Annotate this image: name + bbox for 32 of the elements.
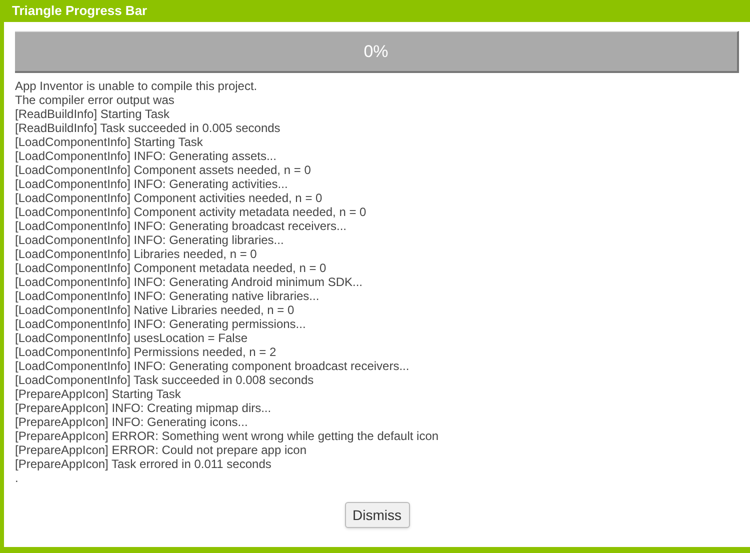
log-line: [LoadComponentInfo] Native Libraries needed, n = 0 (15, 303, 296, 317)
log-line: [ReadBuildInfo] Task succeeded in 0.005 seconds (15, 121, 282, 135)
log-line: [LoadComponentInfo] INFO: Generating activities... (15, 177, 289, 191)
log-line: [LoadComponentInfo] INFO: Generating broadcast receivers... (15, 219, 348, 233)
log-line: [LoadComponentInfo] Task succeeded in 0.008 seconds (15, 373, 315, 387)
log-line: [LoadComponentInfo] INFO: Generating libraries... (15, 233, 285, 247)
log-line: [LoadComponentInfo] Component activities needed, n = 0 (15, 191, 324, 205)
log-line: [PrepareAppIcon] ERROR: Something went wrong while getting the default icon (15, 429, 440, 443)
log-line: [LoadComponentInfo] INFO: Generating permissions... (15, 317, 307, 331)
log-line: [LoadComponentInfo] Component assets needed, n = 0 (15, 163, 312, 177)
log-line: [LoadComponentInfo] Component activity metadata needed, n = 0 (15, 205, 368, 219)
log-line: [LoadComponentInfo] INFO: Generating component broadcast receivers... (15, 359, 410, 373)
log-line: [LoadComponentInfo] Component metadata needed, n = 0 (15, 261, 328, 275)
log-line: [LoadComponentInfo] INFO: Generating Android minimum SDK... (15, 275, 364, 289)
log-line: [PrepareAppIcon] INFO: Generating icons... (15, 415, 249, 429)
log-line: [ReadBuildInfo] Starting Task (15, 107, 171, 121)
log-line: . (15, 471, 20, 485)
log-line: [PrepareAppIcon] Task errored in 0.011 seconds (15, 457, 272, 471)
log-line: [LoadComponentInfo] Permissions needed, n = 2 (15, 345, 278, 359)
progress-reading: 0% (364, 40, 388, 63)
dismiss-button[interactable]: Dismiss (344, 502, 410, 528)
log-line: [LoadComponentInfo] INFO: Generating assets... (15, 149, 278, 163)
log-line: [LoadComponentInfo] Libraries needed, n = 0 (15, 247, 258, 261)
window-title: Triangle Progress Bar (11, 2, 148, 20)
log-line: App Inventor is unable to compile this project. (15, 79, 258, 93)
log-line: [LoadComponentInfo] Starting Task (15, 135, 204, 149)
log-line: The compiler error output was (15, 93, 176, 107)
log-line: [LoadComponentInfo] usesLocation = False (15, 331, 248, 345)
log-line: [PrepareAppIcon] ERROR: Could not prepare app icon (15, 443, 308, 457)
log-line: [LoadComponentInfo] INFO: Generating native libraries... (15, 289, 320, 303)
log-line: [PrepareAppIcon] Starting Task (15, 387, 182, 401)
log-line: [PrepareAppIcon] INFO: Creating mipmap dirs... (15, 401, 272, 415)
